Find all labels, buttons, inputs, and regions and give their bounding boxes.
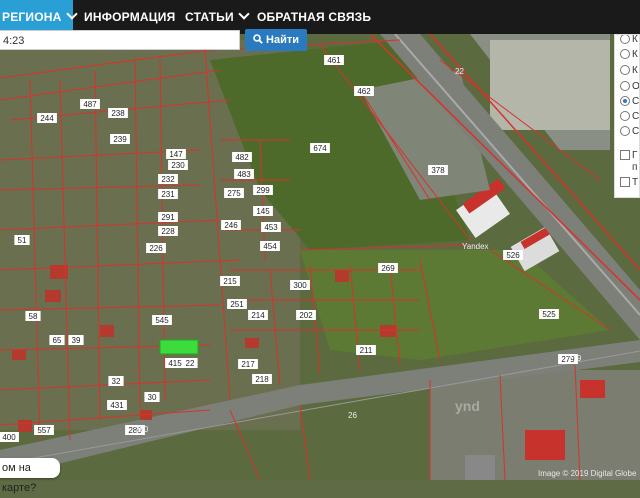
parcel-number-label[interactable]: 230 xyxy=(171,161,185,170)
radio-button[interactable] xyxy=(620,126,630,137)
parcel-number-label[interactable]: 400 xyxy=(2,433,16,442)
parcel-labels-layer: 461 462 674 378 526 525 269 482 483 453 454 246 244 2… xyxy=(0,55,582,442)
map-question-button[interactable]: ом на карте? xyxy=(0,458,60,494)
parcel-number-label[interactable]: 51 xyxy=(18,236,27,245)
checkbox[interactable] xyxy=(620,177,630,188)
layer-option[interactable]: О xyxy=(620,80,640,94)
layer-option[interactable]: К xyxy=(620,34,638,47)
radio-button[interactable] xyxy=(620,65,630,76)
parcel-number-label[interactable]: 147 xyxy=(169,150,183,159)
layer-option-label: О xyxy=(632,81,640,92)
parcel-number-label[interactable]: 378 xyxy=(431,166,445,175)
layer-option-label: С xyxy=(632,126,640,137)
map-watermark: ynd xyxy=(455,398,480,414)
parcel-number-label[interactable]: 431 xyxy=(110,401,124,410)
parcel-number-label[interactable]: 483 xyxy=(237,170,251,179)
parcel-number-label[interactable]: 238 xyxy=(111,109,125,118)
layer-checkbox-option[interactable]: Т xyxy=(620,176,638,190)
parcel-number-label[interactable]: 39 xyxy=(72,336,81,345)
parcel-number-label[interactable]: 269 xyxy=(381,264,395,273)
layer-option-label: п xyxy=(632,162,638,173)
parcel-number-label[interactable]: 30 xyxy=(148,393,157,402)
layer-option[interactable]: К xyxy=(620,48,638,62)
nav-information-label: ИНФОРМАЦИЯ xyxy=(84,10,176,24)
layer-option-label: Т xyxy=(632,177,639,188)
parcel-number-label[interactable]: 217 xyxy=(241,360,255,369)
map-layers-panel: К К К О С С С Г п Т xyxy=(614,34,640,198)
layer-option-label: С xyxy=(632,96,640,107)
layer-option[interactable]: С xyxy=(620,95,639,109)
parcel-number-label[interactable]: 65 xyxy=(53,336,62,345)
parcel-number-label[interactable]: 22 xyxy=(186,359,195,368)
search-button-label: Найти xyxy=(266,34,300,46)
parcel-number-label[interactable]: 454 xyxy=(263,242,277,251)
layer-option-label: Г xyxy=(632,150,638,161)
road-label: Yandex xyxy=(462,242,489,251)
parcel-number-label[interactable]: 239 xyxy=(113,135,127,144)
radio-button[interactable] xyxy=(620,81,630,92)
layer-option[interactable]: К xyxy=(620,64,638,78)
top-navigation-bar: РЕГИОНА ИНФОРМАЦИЯ СТАТЬИ ОБРАТНАЯ СВЯЗЬ xyxy=(0,0,640,34)
parcel-number-label[interactable]: 211 xyxy=(360,346,373,355)
parcel-number-label[interactable]: 145 xyxy=(256,207,270,216)
radio-button[interactable] xyxy=(620,35,630,45)
layer-option-label: К xyxy=(632,49,638,60)
parcel-number-label[interactable]: 226 xyxy=(149,244,163,253)
map-attribution: Image © 2019 Digital Globe xyxy=(538,469,637,478)
parcel-number-label[interactable]: 299 xyxy=(256,186,270,195)
parcel-number-label[interactable]: 232 xyxy=(161,175,175,184)
radio-button-selected[interactable] xyxy=(620,96,630,107)
parcel-number-label[interactable]: 58 xyxy=(29,312,38,321)
nav-region-dropdown[interactable]: РЕГИОНА xyxy=(0,0,78,34)
road-label: 22 xyxy=(455,67,464,76)
road-label: 26 xyxy=(348,411,357,420)
parcel-number-label[interactable]: 246 xyxy=(224,221,238,230)
layer-option-text: п xyxy=(620,161,637,175)
parcel-number-label[interactable]: 291 xyxy=(161,213,175,222)
chevron-down-icon xyxy=(65,8,78,20)
parcel-number-label[interactable]: 453 xyxy=(264,223,278,232)
cadastral-map[interactable]: 461 462 674 378 526 525 269 482 483 453 454 246 244 2… xyxy=(0,0,640,480)
parcel-number-label[interactable]: 244 xyxy=(40,114,54,123)
radio-button[interactable] xyxy=(620,111,630,122)
layer-option[interactable]: С xyxy=(620,125,639,139)
layer-option-label: К xyxy=(632,65,638,76)
road-label: 280 xyxy=(135,425,149,434)
parcel-number-label[interactable]: 462 xyxy=(357,87,371,96)
parcel-number-label[interactable]: 674 xyxy=(313,144,327,153)
parcel-number-label[interactable]: 214 xyxy=(251,311,265,320)
parcel-number-label[interactable]: 545 xyxy=(155,316,169,325)
nav-feedback-label: ОБРАТНАЯ СВЯЗЬ xyxy=(257,10,372,24)
parcel-number-label[interactable]: 487 xyxy=(83,100,97,109)
layer-option[interactable]: С xyxy=(620,110,639,124)
checkbox[interactable] xyxy=(620,150,630,161)
parcel-number-label[interactable]: 275 xyxy=(227,189,241,198)
search-icon xyxy=(253,34,263,44)
nav-articles-label: СТАТЬИ xyxy=(185,10,234,24)
parcel-number-label[interactable]: 300 xyxy=(293,281,307,290)
parcel-number-label[interactable]: 32 xyxy=(112,377,121,386)
parcel-number-label[interactable]: 415 xyxy=(168,359,182,368)
search-button[interactable]: Найти xyxy=(245,29,307,51)
parcel-number-label[interactable]: 525 xyxy=(542,310,556,319)
parcel-number-label[interactable]: 218 xyxy=(255,375,269,384)
parcel-number-label[interactable]: 482 xyxy=(235,153,249,162)
layer-option-label: К xyxy=(632,34,638,45)
parcel-number-label[interactable]: 202 xyxy=(299,311,313,320)
parcel-number-label[interactable]: 231 xyxy=(161,190,175,199)
parcel-number-label[interactable]: 215 xyxy=(223,277,237,286)
parcel-number-label[interactable]: 228 xyxy=(161,227,175,236)
radio-button[interactable] xyxy=(620,49,630,60)
road-label: 279 xyxy=(568,354,582,363)
parcel-number-label[interactable]: 526 xyxy=(506,251,520,260)
parcel-number-label[interactable]: 557 xyxy=(37,426,51,435)
parcel-number-label[interactable]: 251 xyxy=(230,300,244,309)
chevron-down-icon xyxy=(238,8,250,20)
layer-option-label: С xyxy=(632,111,640,122)
cadastral-search-input[interactable]: 4:23 xyxy=(0,30,240,50)
parcel-number-label[interactable]: 461 xyxy=(327,56,341,65)
nav-region-label: РЕГИОНА xyxy=(2,10,62,24)
nav-information[interactable]: ИНФОРМАЦИЯ xyxy=(84,0,175,34)
nav-articles-dropdown[interactable]: СТАТЬИ xyxy=(185,0,250,34)
